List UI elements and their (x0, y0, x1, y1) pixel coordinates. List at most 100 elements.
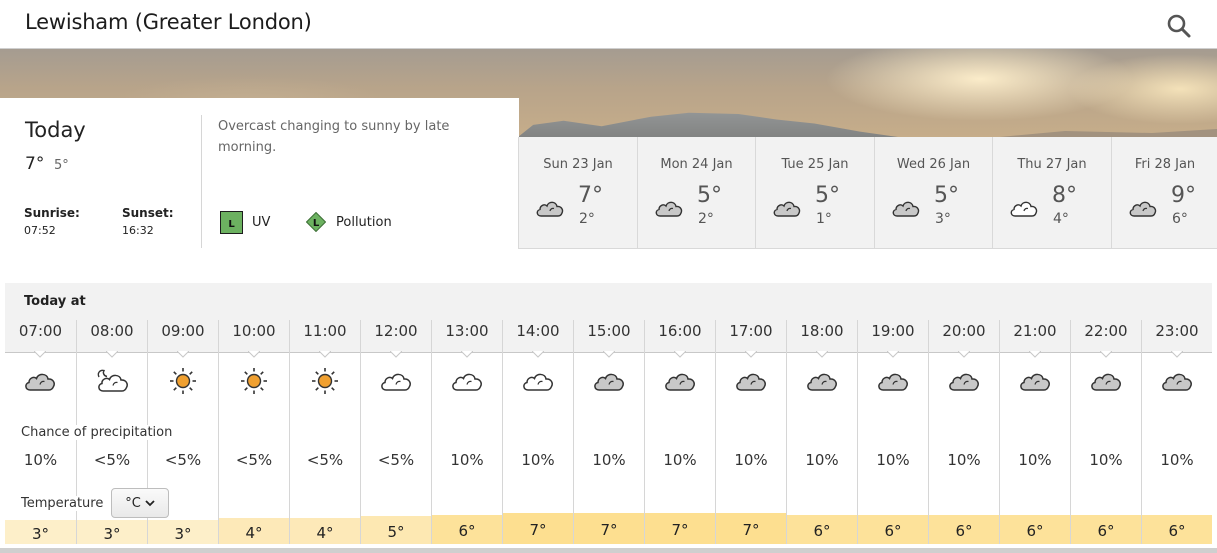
hour-temperature: 3° (148, 520, 218, 544)
hour-column: 23:00 10% 6° (1141, 320, 1212, 544)
uv-level-badge[interactable]: L (220, 211, 243, 234)
hour-time: 09:00 (161, 322, 205, 340)
hour-temperature: 6° (929, 515, 999, 544)
precipitation-chance: 10% (1089, 451, 1123, 469)
sunrise-time: 07:52 (24, 224, 56, 237)
day-high-temp: 5° (697, 183, 722, 208)
hour-column: 20:00 10% 6° (928, 320, 999, 544)
day-tab[interactable]: Fri 28 Jan 9° 6° (1112, 137, 1217, 248)
precipitation-chance: 10% (592, 451, 626, 469)
precipitation-chance: 10% (805, 451, 839, 469)
cloud-grey-icon (1129, 201, 1157, 217)
hour-temperature: 4° (219, 518, 289, 544)
hour-temperature: 4° (290, 518, 360, 544)
pointer-notch-icon (958, 351, 970, 358)
sunset-time: 16:32 (122, 224, 154, 237)
day-high-temp: 5° (815, 183, 840, 208)
pointer-notch-icon (532, 351, 544, 358)
sun-icon (312, 368, 338, 394)
hour-time: 18:00 (800, 322, 844, 340)
scrollbar-track[interactable] (0, 548, 1217, 553)
hour-temperature: 6° (432, 515, 502, 544)
hour-column: 14:00 10% 7° (502, 320, 573, 544)
precipitation-chance: 10% (521, 451, 555, 469)
day-high-temp: 7° (578, 183, 603, 208)
day-low-temp: 3° (935, 211, 951, 227)
day-tab[interactable]: Sun 23 Jan 7° 2° (519, 137, 638, 248)
sun-icon (170, 368, 196, 394)
diamond-icon: L (305, 211, 327, 233)
cloud-grey-icon (655, 201, 683, 217)
hour-time: 19:00 (871, 322, 915, 340)
today-at-label: Today at (24, 294, 86, 309)
hour-temperature: 7° (503, 513, 573, 544)
day-name: Thu 27 Jan (1017, 157, 1087, 172)
precipitation-chance: 10% (734, 451, 768, 469)
pointer-notch-icon (887, 351, 899, 358)
cloud-grey-icon (25, 373, 55, 391)
day-low-temp: 2° (698, 211, 714, 227)
pointer-notch-icon (248, 351, 260, 358)
header: Lewisham (Greater London) (0, 0, 1217, 49)
hour-time: 16:00 (658, 322, 702, 340)
precipitation-chance: 10% (947, 451, 981, 469)
hour-time: 07:00 (18, 322, 63, 340)
hour-time: 13:00 (445, 322, 489, 340)
day-high-temp: 8° (1052, 183, 1077, 208)
pointer-notch-icon (674, 351, 686, 358)
unit-value: °C (125, 495, 141, 511)
pollution-level-badge[interactable]: L (305, 211, 327, 233)
pointer-notch-icon (816, 351, 828, 358)
day-tab[interactable]: Mon 24 Jan 5° 2° (638, 137, 756, 248)
hour-temperature: 6° (1142, 515, 1212, 544)
cloud-grey-icon (1091, 373, 1121, 391)
hour-temperature: 7° (645, 513, 715, 544)
precipitation-chance: <5% (235, 451, 273, 469)
day-tab[interactable]: Tue 25 Jan 5° 1° (756, 137, 875, 248)
precipitation-chance: 10% (1160, 451, 1194, 469)
sunrise-label: Sunrise: (24, 206, 80, 220)
sun-icon (241, 368, 267, 394)
day-tab[interactable]: Thu 27 Jan 8° 4° (993, 137, 1112, 248)
today-title: Today (25, 118, 86, 142)
precipitation-chance: <5% (377, 451, 415, 469)
hour-time: 20:00 (942, 322, 986, 340)
hour-column: 17:00 10% 7° (715, 320, 786, 544)
hour-time: 23:00 (1155, 322, 1199, 340)
hour-temperature: 3° (5, 520, 76, 544)
day-low-temp: 2° (579, 211, 595, 227)
pointer-notch-icon (1029, 351, 1041, 358)
cloud-grey-icon (878, 373, 908, 391)
search-button[interactable] (1166, 13, 1192, 39)
hour-column: 15:00 10% 7° (573, 320, 644, 544)
precipitation-chance: <5% (164, 451, 202, 469)
page-title: Lewisham (Greater London) (25, 10, 312, 34)
cloud-grey-icon (1162, 373, 1192, 391)
day-tab[interactable]: Wed 26 Jan 5° 3° (875, 137, 993, 248)
cloud-grey-icon (536, 201, 564, 217)
divider (201, 115, 202, 248)
hour-temperature: 6° (858, 515, 928, 544)
today-summary-card: Today 7° 5° Sunrise: 07:52 Sunset: 16:32… (0, 98, 519, 253)
precipitation-chance: <5% (93, 451, 131, 469)
partly-cloudy-night-icon (97, 369, 128, 392)
cloud-white-icon (381, 373, 411, 391)
hour-column: 10:00 <5% 4° (218, 320, 289, 544)
cloud-white-icon (452, 373, 482, 391)
pollution-label[interactable]: Pollution (336, 215, 392, 230)
hour-time: 15:00 (587, 322, 631, 340)
hour-temperature: 7° (716, 513, 786, 544)
cloud-grey-icon (892, 201, 920, 217)
uv-label[interactable]: UV (252, 215, 270, 230)
hour-time: 17:00 (729, 322, 773, 340)
hour-temperature: 5° (361, 516, 431, 544)
cloud-grey-icon (594, 373, 624, 391)
precipitation-chance: 10% (23, 451, 58, 469)
hour-column: 22:00 10% 6° (1070, 320, 1141, 544)
day-high-temp: 5° (934, 183, 959, 208)
temperature-unit-select[interactable]: °C (111, 488, 169, 518)
cloud-grey-icon (773, 201, 801, 217)
day-name: Fri 28 Jan (1134, 157, 1196, 172)
precipitation-chance: 10% (663, 451, 697, 469)
precipitation-chance: 10% (450, 451, 484, 469)
